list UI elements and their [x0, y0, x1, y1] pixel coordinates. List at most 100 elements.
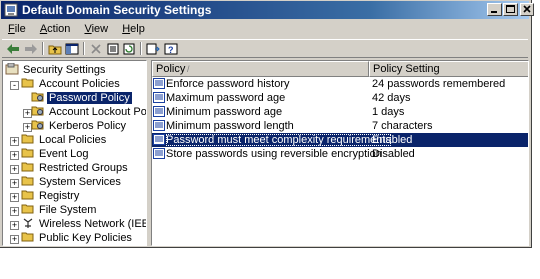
column-header-policy[interactable]: Policy /: [152, 61, 369, 77]
close-icon: [523, 5, 531, 13]
policy-folder-icon: [31, 106, 44, 116]
tree-label: Registry: [39, 190, 80, 202]
expand-toggle[interactable]: +: [10, 221, 19, 230]
back-button[interactable]: [5, 41, 21, 56]
expand-toggle[interactable]: +: [10, 193, 19, 202]
folder-icon: [21, 134, 34, 144]
folder-icon: [21, 148, 34, 158]
tree-label: Restricted Groups: [39, 162, 128, 174]
up-one-level-button[interactable]: [47, 41, 63, 56]
minimize-button[interactable]: [487, 3, 502, 16]
folder-open-icon: [21, 78, 34, 88]
tree-item-kerberos-policy[interactable]: Kerberos Policy: [31, 119, 128, 133]
menu-action[interactable]: Action: [34, 21, 76, 35]
show-hide-tree-button[interactable]: [64, 41, 80, 56]
close-button[interactable]: [520, 3, 534, 16]
maximize-icon: [506, 5, 515, 13]
security-settings-app-icon: [4, 3, 18, 17]
export-list-icon: [146, 43, 160, 54]
toolbar: ?: [2, 39, 528, 58]
delete-icon: [91, 43, 101, 54]
refresh-button[interactable]: [121, 41, 137, 56]
tree-item-restricted-groups[interactable]: Restricted Groups: [21, 161, 130, 175]
tree-item-local-policies[interactable]: Local Policies: [21, 133, 108, 147]
menu-action-label: ction: [47, 23, 71, 35]
tree-label: File System: [39, 204, 97, 216]
list-row[interactable]: Maximum password age 42 days: [152, 91, 528, 105]
policy-setting-value: Disabled: [372, 148, 415, 160]
tree-item-account-lockout-policy[interactable]: Account Lockout Policy: [31, 105, 147, 119]
tree-item-system-services[interactable]: System Services: [21, 175, 123, 189]
menu-help[interactable]: Help: [116, 21, 150, 35]
expand-toggle[interactable]: +: [10, 165, 19, 174]
menu-file[interactable]: File: [2, 21, 31, 35]
tree-item-public-key-policies[interactable]: Public Key Policies: [21, 231, 134, 245]
list-row[interactable]: Minimum password age 1 days: [152, 105, 528, 119]
menu-file-accel: F: [8, 23, 15, 35]
menu-help-accel: H: [122, 23, 131, 35]
policy-list[interactable]: Policy / Policy Setting Enforce password…: [151, 60, 529, 246]
title-bar[interactable]: Default Domain Security Settings: [1, 1, 534, 19]
column-header-label: Policy Setting: [373, 63, 440, 75]
policy-name: Store passwords using reversible encrypt…: [166, 148, 382, 160]
tree-label: Security Settings: [23, 64, 106, 76]
tree-item-registry[interactable]: Registry: [21, 189, 81, 203]
folder-icon: [21, 204, 34, 214]
console-tree[interactable]: Security Settings - Account Policies Pas…: [2, 60, 147, 246]
help-button[interactable]: ?: [163, 41, 179, 56]
menu-help-label: elp: [130, 23, 145, 35]
policy-icon: [153, 78, 165, 89]
delete-button[interactable]: [88, 41, 104, 56]
tree-label: Local Policies: [39, 134, 107, 146]
collapse-toggle[interactable]: -: [10, 81, 19, 90]
menu-view-accel: V: [84, 23, 92, 35]
forward-button[interactable]: [23, 41, 39, 56]
policy-icon: [153, 148, 165, 159]
export-list-button[interactable]: [145, 41, 161, 56]
maximize-button[interactable]: [503, 3, 518, 16]
folder-icon: [21, 176, 34, 186]
policy-icon: [153, 92, 165, 103]
expand-toggle[interactable]: +: [10, 179, 19, 188]
folder-icon: [21, 162, 34, 172]
list-row[interactable]: Store passwords using reversible encrypt…: [152, 147, 528, 161]
list-row[interactable]: Minimum password length 7 characters: [152, 119, 528, 133]
tree-label: Account Lockout Policy: [49, 106, 147, 118]
expand-toggle[interactable]: +: [10, 235, 19, 244]
list-row-selected[interactable]: Password must meet complexity requiremen…: [152, 133, 528, 147]
column-header-policy-setting[interactable]: Policy Setting: [369, 61, 528, 77]
tree-item-password-policy[interactable]: Password Policy: [31, 91, 132, 105]
folder-icon: [21, 190, 34, 200]
policy-setting-value: 1 days: [372, 106, 405, 118]
list-row[interactable]: Enforce password history 24 passwords re…: [152, 77, 528, 91]
policy-name: Password must meet complexity requiremen…: [166, 134, 391, 146]
wireless-antenna-icon: [23, 218, 33, 228]
tree-label: Account Policies: [39, 78, 120, 90]
forward-arrow-icon: [25, 43, 37, 54]
security-settings-icon: [5, 63, 19, 75]
policy-setting-value: Enabled: [372, 134, 413, 146]
menu-bar: File Action View Help: [2, 21, 150, 39]
policy-setting-value: 24 passwords remembered: [372, 78, 506, 90]
tree-item-wireless-network[interactable]: Wireless Network (IEEE 802.11) Policies: [21, 217, 146, 231]
tree-item-event-log[interactable]: Event Log: [21, 147, 91, 161]
tree-label: Public Key Policies: [39, 232, 132, 244]
expand-toggle[interactable]: +: [10, 151, 19, 160]
tree-label: System Services: [39, 176, 121, 188]
policy-icon: [153, 106, 165, 117]
menu-view[interactable]: View: [78, 21, 113, 35]
refresh-icon: [123, 43, 135, 54]
toolbar-separator: [140, 42, 142, 55]
tree-label: Password Policy: [47, 92, 132, 104]
properties-button[interactable]: [105, 41, 121, 56]
policy-folder-icon: [31, 92, 44, 102]
expand-toggle[interactable]: +: [10, 137, 19, 146]
back-arrow-icon: [7, 43, 19, 54]
policy-icon: [153, 120, 165, 131]
tree-item-account-policies[interactable]: Account Policies: [21, 77, 122, 91]
expand-toggle[interactable]: +: [10, 207, 19, 216]
tree-label: Event Log: [39, 148, 89, 160]
tree-item-file-system[interactable]: File System: [21, 203, 98, 217]
help-icon: ?: [164, 43, 178, 55]
tree-item-security-settings[interactable]: Security Settings: [5, 63, 108, 77]
